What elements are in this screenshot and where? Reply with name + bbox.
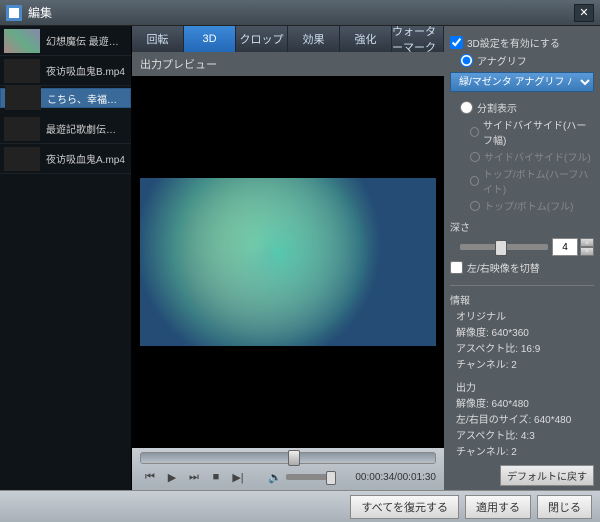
tab-3d[interactable]: 3D (184, 26, 236, 52)
tab-rotate[interactable]: 回転 (132, 26, 184, 52)
titlebar: 編集 ✕ (0, 0, 600, 26)
timeline-slider[interactable] (140, 452, 436, 464)
info-line: チャンネル: 2 (456, 443, 594, 458)
anaglyph-label: アナグリフ (477, 53, 527, 68)
split-option[interactable]: トップ/ボトム(フル) (470, 198, 594, 213)
file-item[interactable]: 幻想魔伝 最遊… (0, 26, 131, 56)
info-output-label: 出力 (456, 379, 594, 394)
info-line: アスペクト比: 4:3 (456, 427, 594, 442)
info-original-label: オリジナル (456, 308, 594, 323)
info-line: 左/右目のサイズ: 640*480 (456, 411, 594, 426)
info-line: チャンネル: 2 (456, 356, 594, 371)
file-item[interactable]: 夜访吸血鬼B.mp4 (0, 56, 131, 86)
depth-slider[interactable] (460, 244, 548, 250)
app-icon (6, 5, 22, 21)
close-button[interactable]: 閉じる (537, 495, 592, 519)
time-display: 00:00:34/00:01:30 (355, 472, 436, 483)
settings-panel: 3D設定を有効にする アナグリフ 緑/マゼンタ アナグリフ ハーフカラー 分割表… (444, 26, 600, 490)
swap-checkbox[interactable] (450, 261, 463, 274)
tab-effect[interactable]: 効果 (288, 26, 340, 52)
stop-button[interactable]: ■ (206, 468, 226, 486)
timeline-handle[interactable] (288, 450, 300, 466)
volume-slider[interactable] (286, 474, 336, 480)
step-button[interactable]: ▶| (228, 468, 248, 486)
tab-enhance[interactable]: 強化 (340, 26, 392, 52)
file-item[interactable]: 夜访吸血鬼A.mp4 (0, 144, 131, 174)
split-option[interactable]: サイドバイサイド(フル) (470, 149, 594, 164)
anaglyph-radio[interactable] (460, 54, 473, 67)
anaglyph-select[interactable]: 緑/マゼンタ アナグリフ ハーフカラー (450, 72, 594, 92)
footer: すべてを復元する 適用する 閉じる (0, 490, 600, 522)
prev-button[interactable]: ⏮ (140, 468, 160, 486)
split-option[interactable]: トップ/ボトム(ハーフハイト) (470, 166, 594, 196)
depth-input[interactable] (552, 238, 578, 256)
file-item[interactable]: 最遊記歌劇伝… (0, 114, 131, 144)
apply-button[interactable]: 適用する (465, 495, 531, 519)
next-button[interactable]: ⏭ (184, 468, 204, 486)
info-header: 情報 (450, 292, 594, 307)
split-radio[interactable] (460, 101, 473, 114)
enable-3d-label: 3D設定を有効にする (467, 35, 560, 50)
depth-down[interactable]: ▼ (580, 247, 594, 256)
anaglyph-preview (140, 178, 436, 347)
preview-label: 出力プレビュー (132, 52, 444, 76)
restore-all-button[interactable]: すべてを復元する (350, 495, 459, 519)
split-label: 分割表示 (477, 100, 517, 115)
close-button[interactable]: ✕ (574, 4, 594, 22)
swap-label: 左/右映像を切替 (467, 260, 540, 275)
play-button[interactable]: ▶ (162, 468, 182, 486)
split-option[interactable]: サイドバイサイド(ハーフ幅) (470, 117, 594, 147)
enable-3d-checkbox[interactable] (450, 36, 463, 49)
default-button[interactable]: デフォルトに戻す (500, 465, 594, 486)
file-sidebar: 幻想魔伝 最遊… 夜访吸血鬼B.mp4 こちら、幸福安… 最遊記歌劇伝… 夜访吸… (0, 26, 132, 490)
file-item-selected[interactable]: こちら、幸福安… (0, 88, 131, 108)
playback-controls: ⏮ ▶ ⏭ ■ ▶| 🔊 00:00:34/00:01:30 (132, 448, 444, 490)
window-title: 編集 (28, 4, 574, 21)
depth-up[interactable]: ▲ (580, 238, 594, 247)
info-line: 解像度: 640*480 (456, 395, 594, 410)
tab-bar: 回転 3D クロップ 効果 強化 ウォーターマーク (132, 26, 444, 52)
volume-icon: 🔊 (268, 471, 282, 484)
info-line: アスペクト比: 16:9 (456, 340, 594, 355)
info-line: 解像度: 640*360 (456, 324, 594, 339)
tab-crop[interactable]: クロップ (236, 26, 288, 52)
depth-label: 深さ (450, 219, 594, 234)
video-preview (132, 76, 444, 448)
tab-watermark[interactable]: ウォーターマーク (392, 26, 444, 52)
